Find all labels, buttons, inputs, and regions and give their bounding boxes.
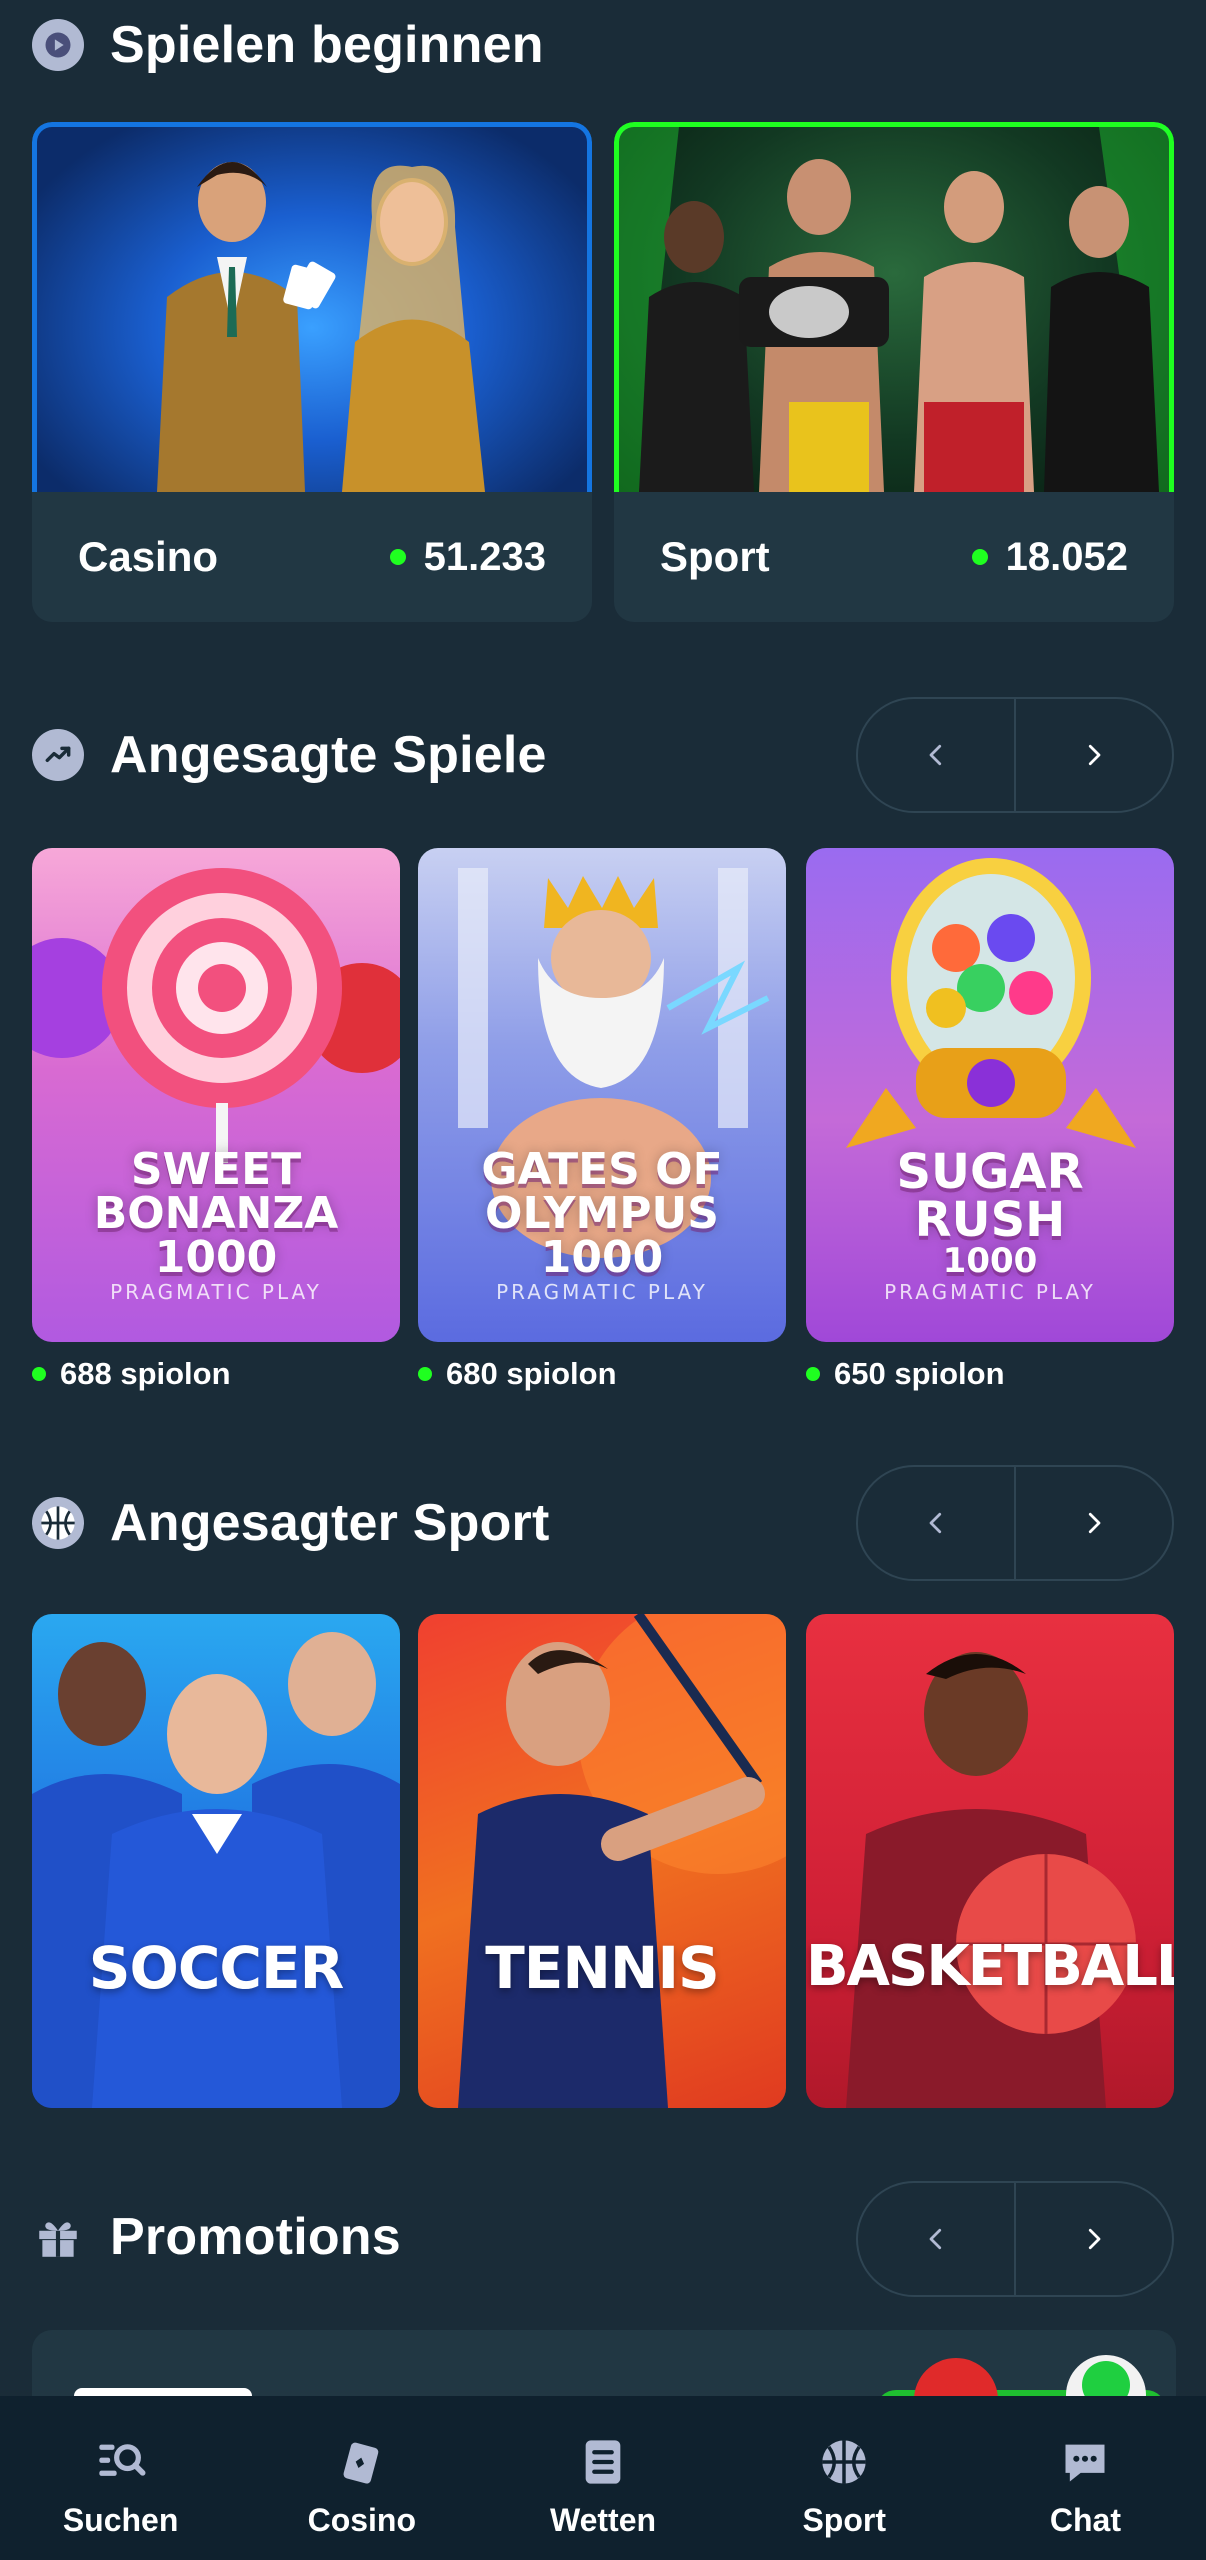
nav-label: Chat bbox=[1049, 2502, 1121, 2538]
casino-card-footer: Casino 51.233 bbox=[32, 492, 592, 622]
game-tile-sugar-rush[interactable]: SUGAR RUSH 1000 PRAGMATIC PLAY bbox=[806, 848, 1174, 1342]
game-tile-gates-of-olympus[interactable]: GATES OF OLYMPUS 1000 PRAGMATIC PLAY bbox=[418, 848, 786, 1342]
play-circle-icon bbox=[32, 19, 84, 71]
trending-sports-header: Angesagter Sport bbox=[32, 1488, 550, 1558]
game-provider: PRAGMATIC PLAY bbox=[110, 1280, 322, 1304]
soccer-artwork bbox=[32, 1632, 400, 2108]
nav-casino[interactable]: Cosino bbox=[241, 2396, 482, 2560]
online-dot-icon bbox=[971, 549, 988, 565]
chat-icon bbox=[1065, 2444, 1105, 2482]
chevron-left-icon bbox=[929, 1512, 942, 1534]
chevron-right-icon bbox=[1088, 744, 1101, 766]
casino-online-count: 51.233 bbox=[389, 534, 546, 580]
tennis-artwork bbox=[458, 1614, 786, 2108]
online-dot-icon bbox=[806, 1367, 820, 1381]
nav-chat[interactable]: Chat bbox=[965, 2396, 1206, 2560]
trending-sports-carousel-nav bbox=[856, 1465, 1174, 1581]
nav-bets[interactable]: Wetten bbox=[482, 2396, 723, 2560]
game-tile-sweet-bonanza[interactable]: SWEET BONANZA 1000 PRAGMATIC PLAY bbox=[32, 848, 400, 1342]
search-list-icon bbox=[98, 2444, 146, 2476]
nav-search[interactable]: Suchen bbox=[0, 2396, 241, 2560]
game-provider: PRAGMATIC PLAY bbox=[496, 1280, 708, 1304]
game-players-gates-of-olympus: 680 spiolon bbox=[418, 1356, 617, 1392]
chevron-right-icon bbox=[1088, 1512, 1101, 1534]
previous-button[interactable] bbox=[858, 2183, 1014, 2295]
sport-title: SOCCER bbox=[88, 1934, 345, 2002]
trending-games-header: Angesagte Spiele bbox=[32, 720, 547, 790]
promotions-header: Promotions bbox=[32, 2202, 401, 2272]
chevron-left-icon bbox=[929, 744, 942, 766]
game-players-sweet-bonanza: 688 spiolon bbox=[32, 1356, 231, 1392]
next-button[interactable] bbox=[1014, 2183, 1172, 2295]
promotions-carousel-nav bbox=[856, 2181, 1174, 2297]
chevron-left-icon bbox=[929, 2228, 942, 2250]
casino-label: Casino bbox=[78, 533, 219, 580]
home-page: Spielen beginnen Casino 51.233 Sport 18.… bbox=[0, 0, 1206, 2560]
online-dot-icon bbox=[32, 1367, 46, 1381]
start-section-header: Spielen beginnen bbox=[32, 10, 544, 80]
sport-card-footer: Sport 18.052 bbox=[614, 492, 1174, 622]
cards-icon bbox=[343, 2442, 379, 2484]
nav-label: Suchen bbox=[62, 2502, 179, 2538]
game-provider: PRAGMATIC PLAY bbox=[884, 1280, 1096, 1304]
promotions-title: Promotions bbox=[110, 2208, 401, 2266]
gift-icon bbox=[32, 2211, 84, 2263]
nav-sport[interactable]: Sport bbox=[724, 2396, 965, 2560]
trending-chart-icon bbox=[32, 729, 84, 781]
game-title: SWEET BONANZA 1000 bbox=[93, 1144, 339, 1283]
sport-tile-tennis[interactable]: TENNIS bbox=[418, 1614, 786, 2108]
sport-label: Sport bbox=[660, 533, 770, 580]
sport-title: BASKETBALL bbox=[806, 1934, 1174, 1999]
basketball-icon bbox=[822, 2440, 866, 2484]
sport-artwork bbox=[614, 122, 1174, 492]
game-title: GATES OF OLYMPUS 1000 bbox=[481, 1144, 723, 1283]
sport-tile-basketball[interactable]: BASKETBALL bbox=[806, 1614, 1174, 2108]
casino-card[interactable]: Casino 51.233 bbox=[32, 122, 592, 622]
trending-games-carousel-nav bbox=[856, 697, 1174, 813]
sport-count-value: 18.052 bbox=[1005, 534, 1128, 579]
casino-artwork bbox=[32, 122, 592, 492]
chevron-right-icon bbox=[1088, 2228, 1101, 2250]
trending-sports-title: Angesagter Sport bbox=[110, 1494, 550, 1552]
next-button[interactable] bbox=[1014, 1467, 1172, 1579]
game-title: SUGAR RUSH 1000 bbox=[896, 1144, 1084, 1281]
next-button[interactable] bbox=[1014, 699, 1172, 811]
basketball-icon bbox=[32, 1497, 84, 1549]
sport-title: TENNIS bbox=[485, 1934, 720, 2002]
bottom-navigation: Suchen Cosino Wetten Sport Chat bbox=[0, 2396, 1206, 2560]
start-section-title: Spielen beginnen bbox=[110, 16, 544, 74]
sport-online-count: 18.052 bbox=[971, 534, 1128, 580]
online-dot-icon bbox=[389, 549, 406, 565]
previous-button[interactable] bbox=[858, 1467, 1014, 1579]
nav-label: Sport bbox=[802, 2502, 886, 2538]
betslip-icon bbox=[585, 2440, 621, 2484]
game-players-sugar-rush: 650 spiolon bbox=[806, 1356, 1005, 1392]
online-dot-icon bbox=[418, 1367, 432, 1381]
nav-label: Cosino bbox=[307, 2502, 417, 2538]
casino-count-value: 51.233 bbox=[423, 534, 546, 579]
trending-games-title: Angesagte Spiele bbox=[110, 726, 547, 784]
sport-card[interactable]: Sport 18.052 bbox=[614, 122, 1174, 622]
nav-label: Wetten bbox=[549, 2502, 657, 2538]
basketball-artwork bbox=[846, 1652, 1136, 2108]
sport-tile-soccer[interactable]: SOCCER bbox=[32, 1614, 400, 2108]
previous-button[interactable] bbox=[858, 699, 1014, 811]
